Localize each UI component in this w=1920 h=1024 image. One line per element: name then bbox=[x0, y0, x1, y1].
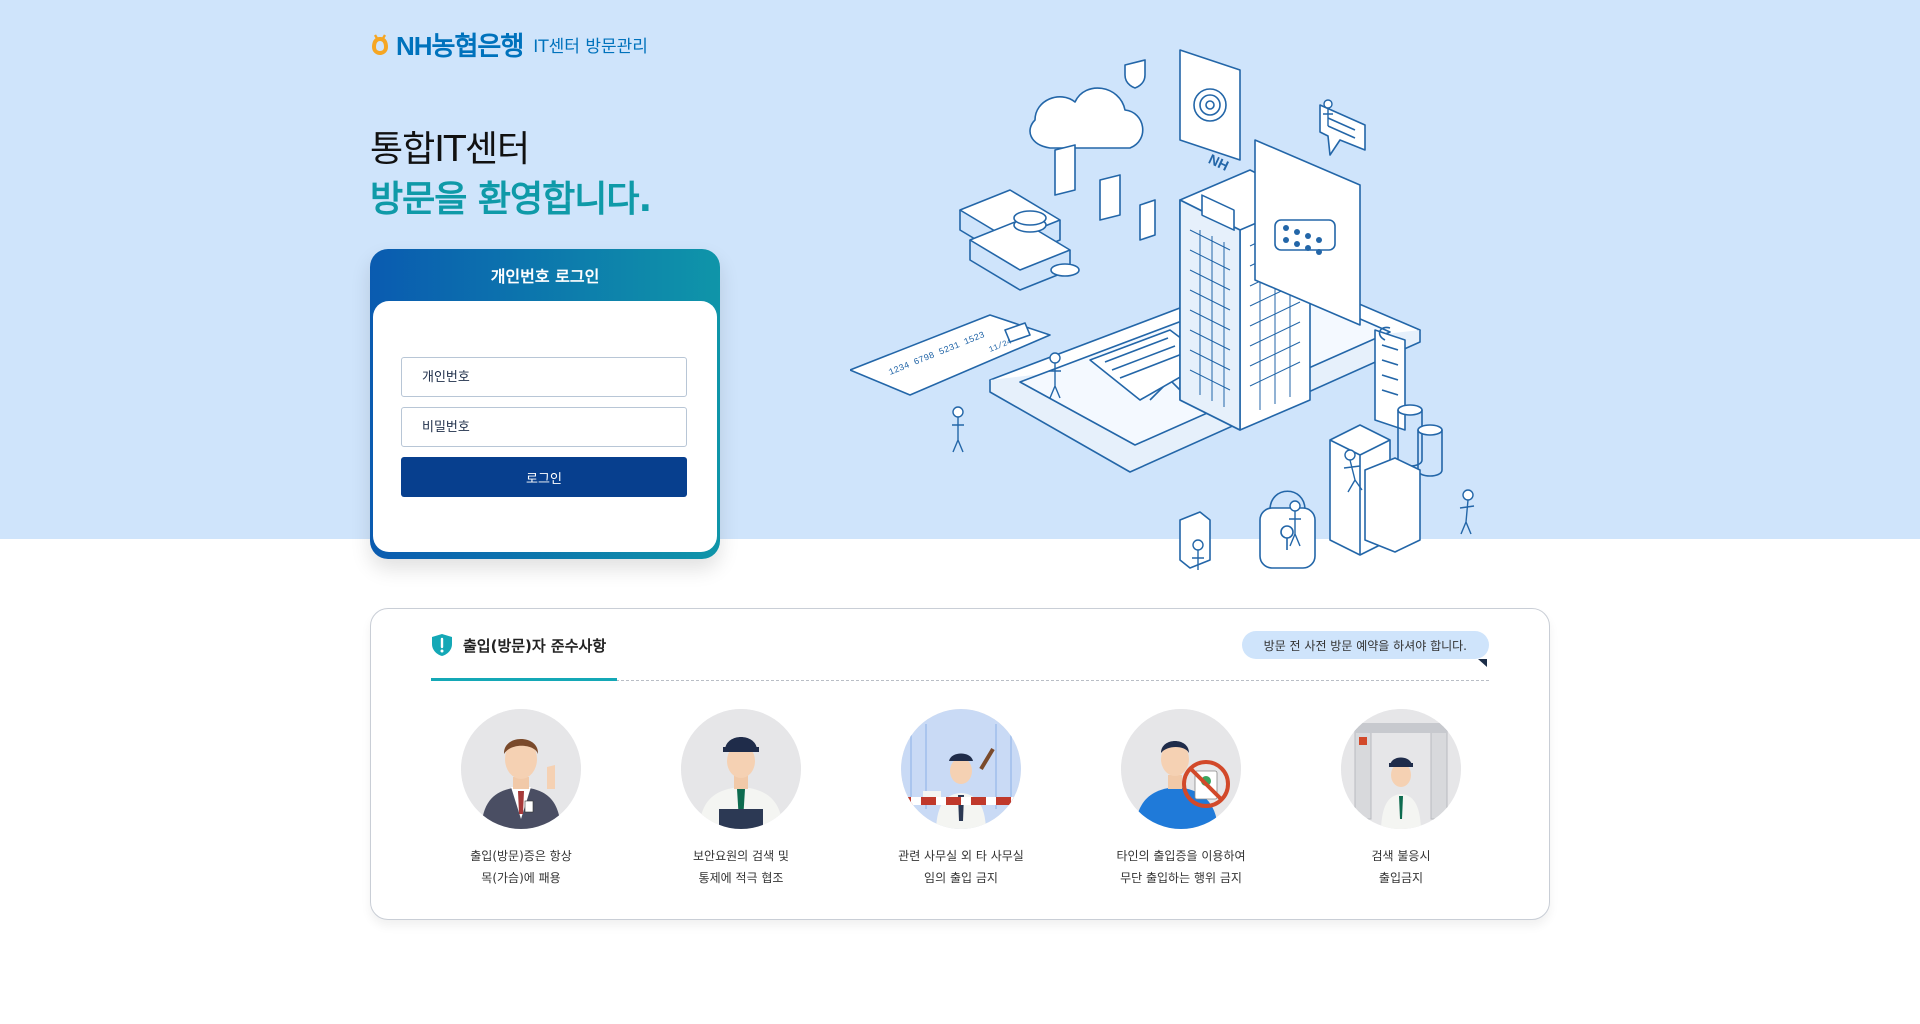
no-borrowed-badge-icon bbox=[1121, 709, 1241, 829]
rule-item: 보안요원의 검색 및 통제에 적극 협조 bbox=[651, 709, 831, 889]
rule-text: 관련 사무실 외 타 사무실 임의 출입 금지 bbox=[898, 849, 1024, 885]
restricted-area-icon bbox=[901, 709, 1021, 829]
bubble-tail bbox=[1478, 659, 1487, 667]
visitor-rules-panel: 출입(방문)자 준수사항 방문 전 사전 방문 예약을 하셔야 합니다. 출입(… bbox=[370, 608, 1550, 920]
nh-logo-icon bbox=[372, 33, 388, 55]
login-button[interactable]: 로그인 bbox=[401, 457, 687, 497]
rules-list: 출입(방문)증은 항상 목(가슴)에 패용 보안요원의 검색 및 통제에 적극 … bbox=[431, 709, 1491, 889]
login-card: 개인번호 로그인 로그인 bbox=[370, 249, 720, 559]
rule-text: 타인의 출입증을 이용하여 무단 출입하는 행위 금지 bbox=[1116, 849, 1246, 885]
hero-welcome: 방문을 환영합니다. bbox=[370, 179, 652, 220]
password-input[interactable] bbox=[401, 407, 687, 447]
security-guard-icon bbox=[681, 709, 801, 829]
brand-name: NH농협은행 bbox=[396, 31, 524, 61]
hero-title: 통합IT센터 bbox=[370, 129, 530, 170]
security-gate-icon bbox=[1341, 709, 1461, 829]
shield-alert-icon bbox=[432, 634, 452, 656]
badge-wearing-icon bbox=[461, 709, 581, 829]
rule-text: 검색 불응시 출입금지 bbox=[1371, 849, 1431, 885]
cloud bbox=[1029, 87, 1144, 149]
rules-title: 출입(방문)자 준수사항 bbox=[463, 636, 607, 655]
site-subtitle: IT센터 방문관리 bbox=[533, 37, 648, 57]
login-title: 개인번호 로그인 bbox=[490, 267, 600, 286]
fingerprint-window bbox=[1179, 49, 1241, 161]
divider-accent bbox=[431, 678, 617, 681]
rules-header: 출입(방문)자 준수사항 bbox=[431, 633, 606, 657]
rule-item: 출입(방문)증은 항상 목(가슴)에 패용 bbox=[431, 709, 611, 889]
personal-number-input[interactable] bbox=[401, 357, 687, 397]
rule-text: 보안요원의 검색 및 통제에 적극 협조 bbox=[693, 849, 789, 885]
rule-item: 검색 불응시 출입금지 bbox=[1311, 709, 1491, 889]
it-center-illustration: NH 1234 6798 5231 1523 11/24 bbox=[850, 49, 1475, 570]
login-form: 로그인 bbox=[373, 301, 717, 552]
rule-text: 출입(방문)증은 항상 목(가슴)에 패용 bbox=[470, 849, 572, 885]
logo[interactable]: NH농협은행 IT센터 방문관리 bbox=[370, 26, 648, 63]
rule-item: 타인의 출입증을 이용하여 무단 출입하는 행위 금지 bbox=[1091, 709, 1271, 889]
rule-item: 관련 사무실 외 타 사무실 임의 출입 금지 bbox=[871, 709, 1051, 889]
reservation-notice-bubble: 방문 전 사전 방문 예약을 하셔야 합니다. bbox=[1241, 631, 1489, 659]
